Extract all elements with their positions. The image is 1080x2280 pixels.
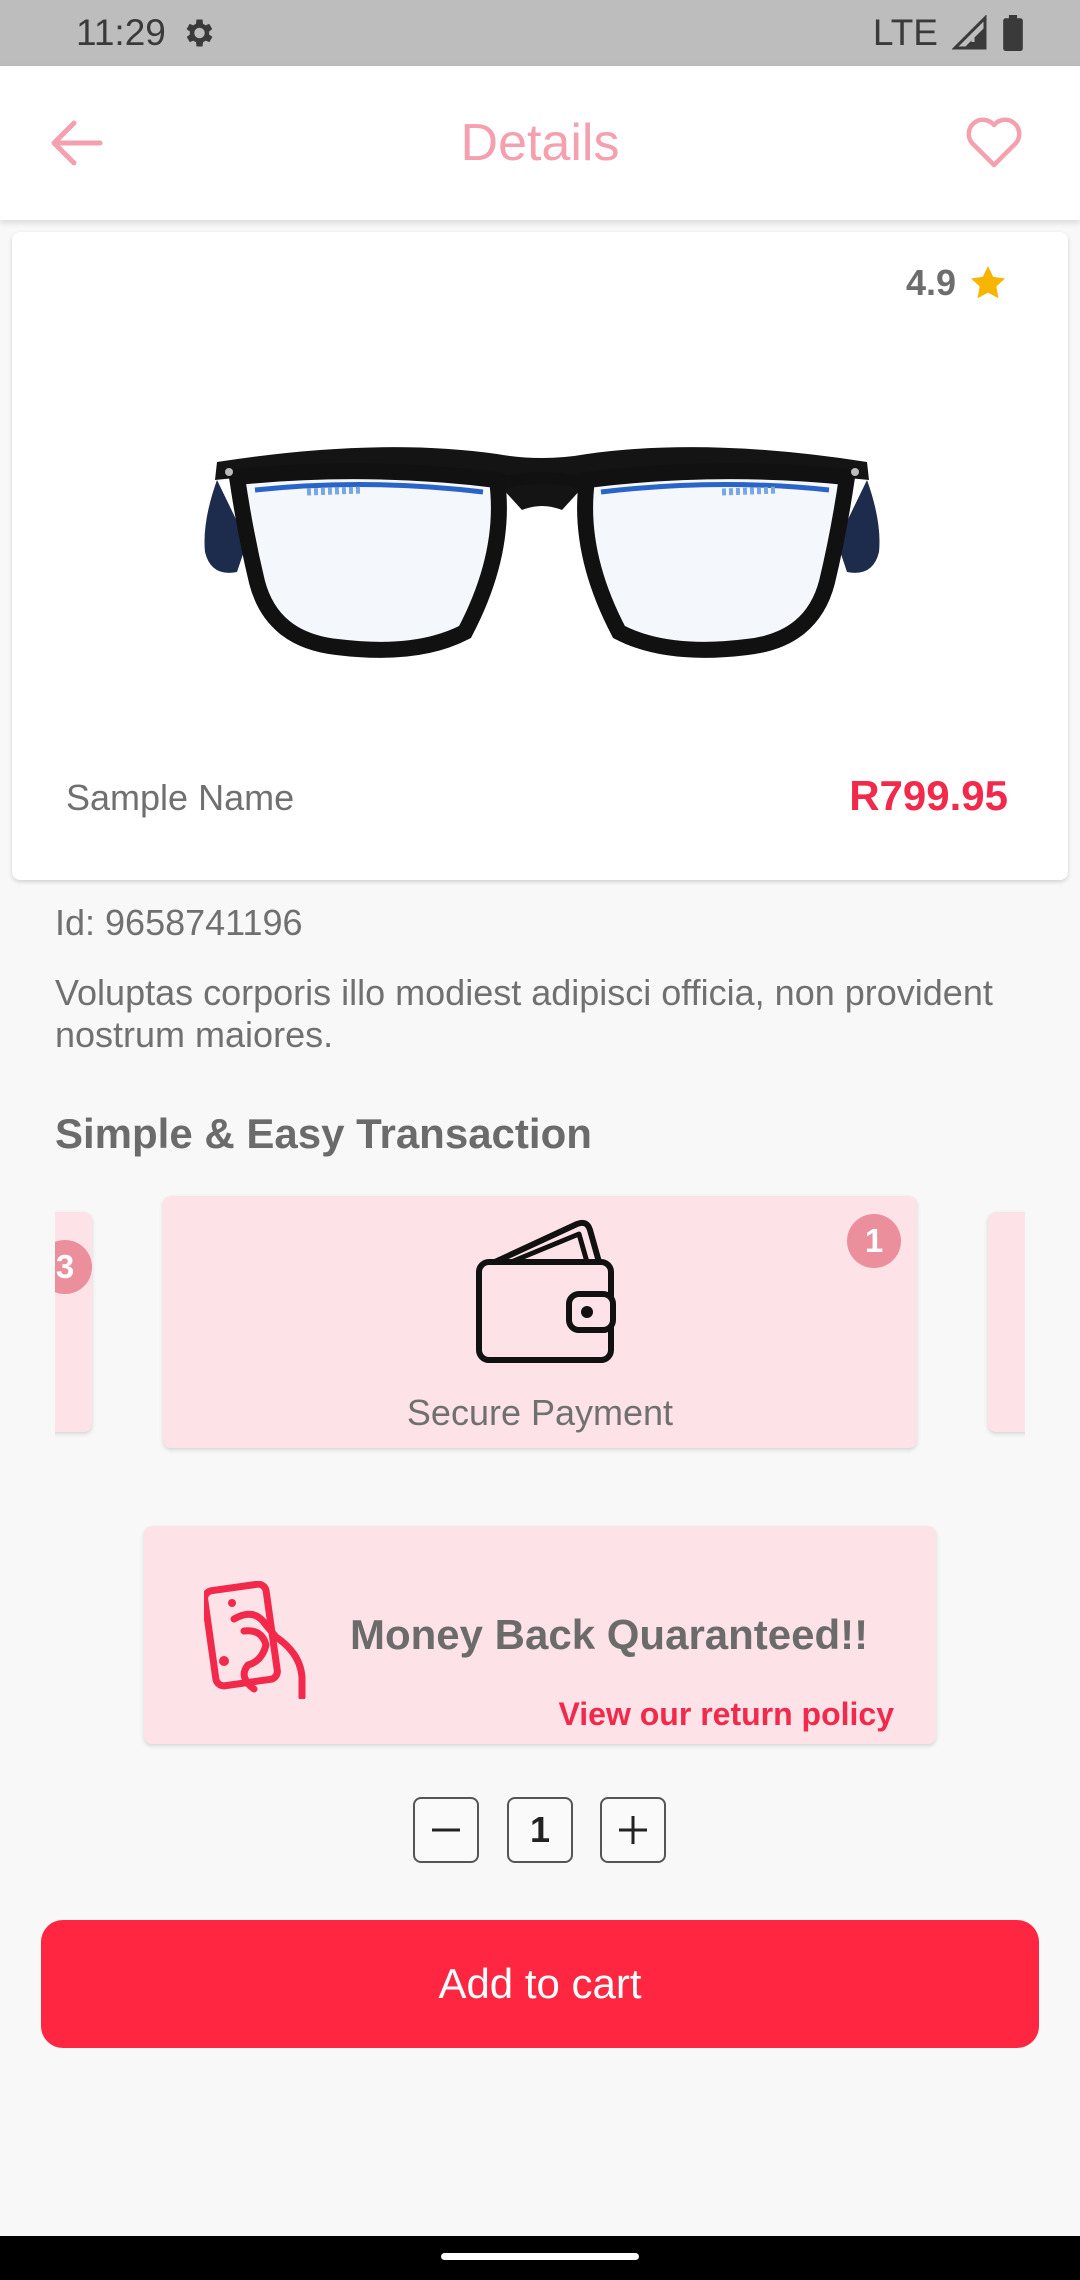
rating: 4.9 (906, 262, 1008, 304)
product-id: Id: 9658741196 (55, 902, 303, 943)
status-left: 11:29 (76, 12, 216, 54)
rating-value: 4.9 (905, 262, 956, 303)
product-card: 4.9 Sample Name R799.95 (12, 232, 1068, 880)
back-button[interactable] (44, 111, 108, 175)
settings-icon (186, 19, 213, 47)
money-back-title: Money Back Quaranteed!! (350, 1611, 869, 1658)
section-title: Simple & Easy Transaction (55, 1110, 592, 1157)
status-bar: 11:29 LTE (0, 0, 1080, 66)
star-icon (971, 266, 1005, 299)
product-price: R799.95 (849, 772, 1008, 819)
network-label: LTE (872, 12, 938, 53)
quantity-stepper: 1 (0, 1797, 1080, 1863)
app-bar: Details (0, 66, 1080, 220)
favorite-button[interactable] (962, 111, 1026, 175)
heart-icon (966, 117, 1022, 168)
quantity-value: 1 (507, 1797, 573, 1863)
transaction-carousel[interactable]: 3 1 Secure Payment (55, 1180, 1025, 1480)
page-title: Details (460, 114, 620, 172)
product-description: Voluptas corporis illo modiest adipisci … (55, 972, 993, 1055)
return-policy-link[interactable]: View our return policy (559, 1696, 894, 1733)
card-number-badge: 3 (55, 1240, 92, 1294)
card-label: Secure Payment (406, 1392, 674, 1433)
minus-icon (432, 1828, 460, 1832)
battery-icon (1003, 15, 1023, 51)
carousel-card-previous[interactable]: 3 (55, 1212, 92, 1432)
carousel-card-next[interactable] (988, 1212, 1025, 1432)
home-gesture-handle[interactable] (441, 2253, 639, 2260)
add-to-cart-button[interactable]: Add to cart (41, 1920, 1039, 2048)
money-hand-icon (204, 1581, 306, 1699)
money-back-card: Money Back Quaranteed!! View our return … (144, 1526, 936, 1744)
navigation-bar (0, 2236, 1080, 2280)
card-number-badge: 1 (847, 1214, 901, 1268)
product-name: Sample Name (66, 777, 295, 818)
status-right: LTE (873, 12, 1024, 54)
wallet-icon (476, 1219, 616, 1363)
signal-icon (952, 15, 987, 50)
status-time: 11:29 (76, 12, 166, 53)
product-image (204, 447, 880, 658)
carousel-card-secure-payment[interactable]: 1 Secure Payment (163, 1196, 917, 1448)
plus-icon (619, 1816, 647, 1844)
decrease-quantity-button[interactable] (413, 1797, 479, 1863)
increase-quantity-button[interactable] (600, 1797, 666, 1863)
back-arrow-icon (51, 120, 103, 166)
